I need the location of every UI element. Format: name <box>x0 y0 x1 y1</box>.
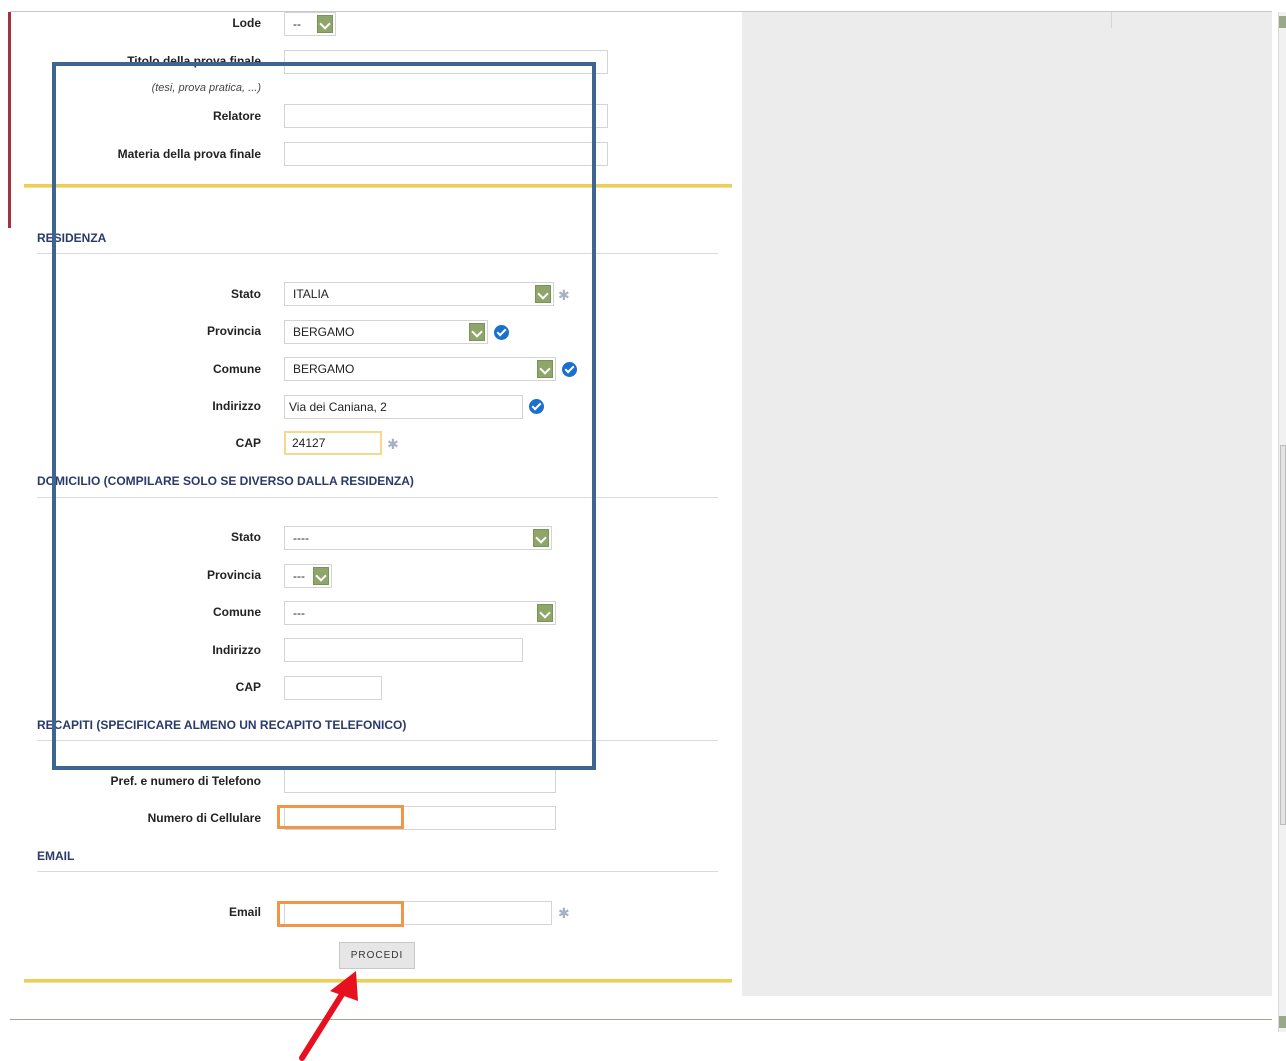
titolo-label: Titolo della prova finale <box>127 54 261 68</box>
materia-label: Materia della prova finale <box>117 147 261 161</box>
lode-label: Lode <box>232 16 261 30</box>
email-input[interactable] <box>284 901 552 925</box>
bottom-gold-divider <box>24 979 732 983</box>
scroll-up-arrow-icon[interactable] <box>1279 16 1286 28</box>
residenza-provincia-select[interactable]: BERGAMO <box>284 320 488 344</box>
telefono-input[interactable] <box>284 769 556 793</box>
domicilio-comune-select[interactable]: --- <box>284 601 556 625</box>
titolo-input[interactable] <box>284 50 608 74</box>
domicilio-title: DOMICILIO (COMPILARE SOLO SE DIVERSO DAL… <box>37 474 414 488</box>
residenza-rule <box>37 253 718 254</box>
procedi-button[interactable]: PROCEDI <box>339 942 415 969</box>
recapiti-title: RECAPITI (SPECIFICARE ALMENO UN RECAPITO… <box>37 718 407 732</box>
residenza-indirizzo-input[interactable]: Via dei Caniana, 2 <box>284 395 523 419</box>
section-gold-divider <box>24 184 732 188</box>
left-accent-strip <box>8 12 11 228</box>
relatore-label: Relatore <box>212 109 261 123</box>
residenza-stato-value: ITALIA <box>293 287 329 301</box>
domicilio-indirizzo-input[interactable] <box>284 638 523 662</box>
scrollbar-thumb[interactable] <box>1280 445 1286 825</box>
domicilio-comune-value: --- <box>293 606 305 620</box>
chevron-down-icon[interactable] <box>313 567 329 585</box>
required-asterisk-icon: ✱ <box>387 436 399 452</box>
check-circle-icon <box>562 362 577 377</box>
panel-divider <box>1111 12 1112 28</box>
recapiti-rule <box>37 740 718 741</box>
email-rule <box>37 871 718 872</box>
domicilio-comune-label: Comune <box>213 605 261 619</box>
domicilio-cap-input[interactable] <box>284 676 382 700</box>
scroll-down-arrow-icon[interactable] <box>1279 1016 1286 1028</box>
chevron-down-icon[interactable] <box>317 15 333 33</box>
check-circle-icon <box>494 325 509 340</box>
residenza-provincia-value: BERGAMO <box>293 325 355 339</box>
domicilio-provincia-select[interactable]: --- <box>284 564 332 588</box>
residenza-stato-select[interactable]: ITALIA <box>284 282 554 306</box>
titolo-hint: (tesi, prova pratica, ...) <box>151 82 261 94</box>
chevron-down-icon[interactable] <box>533 529 549 547</box>
residenza-title: RESIDENZA <box>37 231 107 245</box>
domicilio-stato-label: Stato <box>231 530 261 544</box>
cellulare-input[interactable] <box>284 806 556 830</box>
residenza-stato-label: Stato <box>231 287 261 301</box>
red-arrow-icon <box>299 971 358 1061</box>
chevron-down-icon[interactable] <box>537 360 553 378</box>
residenza-provincia-label: Provincia <box>206 324 261 338</box>
residenza-comune-select[interactable]: BERGAMO <box>284 357 556 381</box>
email-title: EMAIL <box>37 849 75 863</box>
domicilio-stato-select[interactable]: ---- <box>284 526 552 550</box>
email-label: Email <box>228 905 261 919</box>
domicilio-indirizzo-label: Indirizzo <box>212 643 261 657</box>
telefono-label: Pref. e numero di Telefono <box>110 774 261 788</box>
domicilio-rule <box>37 497 718 498</box>
residenza-indirizzo-label: Indirizzo <box>212 399 261 413</box>
domicilio-provincia-value: --- <box>293 569 305 583</box>
residenza-comune-value: BERGAMO <box>293 362 355 376</box>
lode-select[interactable]: -- <box>284 12 336 36</box>
domicilio-provincia-label: Provincia <box>206 568 261 582</box>
right-panel-background <box>742 12 1272 996</box>
top-divider <box>10 11 1272 12</box>
check-circle-icon <box>529 399 544 414</box>
domicilio-cap-label: CAP <box>235 680 261 694</box>
lode-value: -- <box>293 17 301 31</box>
residenza-comune-label: Comune <box>213 362 261 376</box>
chevron-down-icon[interactable] <box>535 285 551 303</box>
chevron-down-icon[interactable] <box>537 604 553 622</box>
required-asterisk-icon: ✱ <box>558 287 570 303</box>
materia-input[interactable] <box>284 142 608 166</box>
relatore-input[interactable] <box>284 104 608 128</box>
cellulare-label: Numero di Cellulare <box>147 811 261 825</box>
residenza-cap-input[interactable]: 24127 <box>284 431 382 455</box>
chevron-down-icon[interactable] <box>469 323 485 341</box>
domicilio-stato-value: ---- <box>293 531 309 545</box>
required-asterisk-icon: ✱ <box>558 905 570 921</box>
residenza-cap-label: CAP <box>235 436 261 450</box>
footer-divider <box>10 1019 1272 1020</box>
